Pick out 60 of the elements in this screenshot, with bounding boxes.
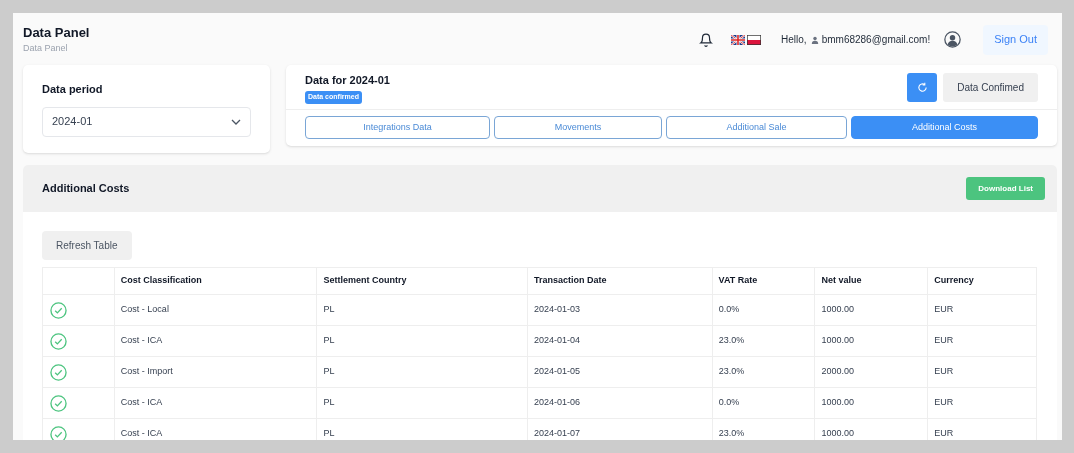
table-cell: 1000.00 — [815, 388, 929, 418]
table-cell: 2024-01-03 — [528, 295, 713, 325]
uk-flag-icon[interactable] — [731, 34, 746, 45]
table-cell: PL — [317, 326, 528, 356]
table-cell: 23.0% — [712, 357, 816, 387]
refresh-icon — [916, 82, 928, 93]
column-header: Transaction Date — [528, 268, 713, 294]
table-cell-text: EUR — [933, 396, 955, 410]
chevron-down-icon — [231, 118, 241, 125]
data-confirmed-button[interactable]: Data Confimed — [943, 73, 1038, 102]
user-icon — [810, 35, 819, 44]
data-title: Data for 2024-01 — [305, 73, 390, 87]
table-cell: PL — [317, 388, 528, 418]
column-header: Settlement Country — [317, 268, 528, 294]
table-cell: 1000.00 — [815, 419, 929, 440]
table-cell: Cost - Local — [114, 295, 318, 325]
table-cell: 2000.00 — [815, 357, 929, 387]
table-cell: Cost - ICA — [114, 326, 318, 356]
table-cell: Cost - Import — [114, 357, 318, 387]
period-select[interactable]: 2024-01 — [42, 106, 251, 137]
sign-out-button[interactable]: Sign Out — [983, 24, 1048, 55]
table-cell-text: EUR — [933, 303, 955, 317]
table-cell-text: EUR — [933, 427, 955, 440]
poland-flag-icon[interactable] — [747, 34, 762, 45]
table-cell: 1000.00 — [815, 295, 929, 325]
column-header: VAT Rate — [712, 268, 816, 294]
tab[interactable]: Integrations Data — [305, 116, 490, 139]
table-cell: 2024-01-07 — [528, 419, 713, 440]
table-cell: PL — [317, 357, 528, 387]
account-icon[interactable] — [944, 31, 962, 48]
table-cell: PL — [317, 419, 528, 440]
tab[interactable]: Additional Sale — [666, 116, 847, 139]
table-cell: 2024-01-06 — [528, 388, 713, 418]
refresh-table-button[interactable]: Refresh Table — [42, 231, 132, 260]
page-subtitle: Data Panel — [23, 42, 69, 54]
greeting-text: Hello, — [781, 33, 807, 47]
table-cell-text: EUR — [933, 334, 955, 348]
reload-button[interactable] — [907, 73, 938, 102]
table-cell: 23.0% — [712, 419, 816, 440]
table-cell: 2024-01-05 — [528, 357, 713, 387]
table-cell: Cost - ICA — [114, 419, 318, 440]
column-header: Cost Classification — [114, 268, 318, 294]
period-label: Data period — [42, 82, 104, 97]
user-email: bmm68286@gmail.com! — [821, 33, 931, 47]
table-cell: 0.0% — [712, 388, 816, 418]
section-title: Additional Costs — [42, 181, 130, 197]
table-cell: Cost - ICA — [114, 388, 318, 418]
table-cell-text: EUR — [933, 365, 955, 379]
download-list-button[interactable]: Download List — [966, 177, 1045, 200]
notification-bell-icon[interactable] — [699, 31, 714, 48]
column-header: Net value — [815, 268, 929, 294]
column-header: Currency — [933, 274, 975, 288]
table-cell: PL — [317, 295, 528, 325]
table-cell: 0.0% — [712, 295, 816, 325]
page-title: Data Panel — [23, 24, 90, 42]
table-cell: 23.0% — [712, 326, 816, 356]
tab[interactable]: Movements — [494, 116, 662, 139]
table-cell: 2024-01-04 — [528, 326, 713, 356]
tab[interactable]: Additional Costs — [851, 116, 1038, 139]
table-cell: 1000.00 — [815, 326, 929, 356]
